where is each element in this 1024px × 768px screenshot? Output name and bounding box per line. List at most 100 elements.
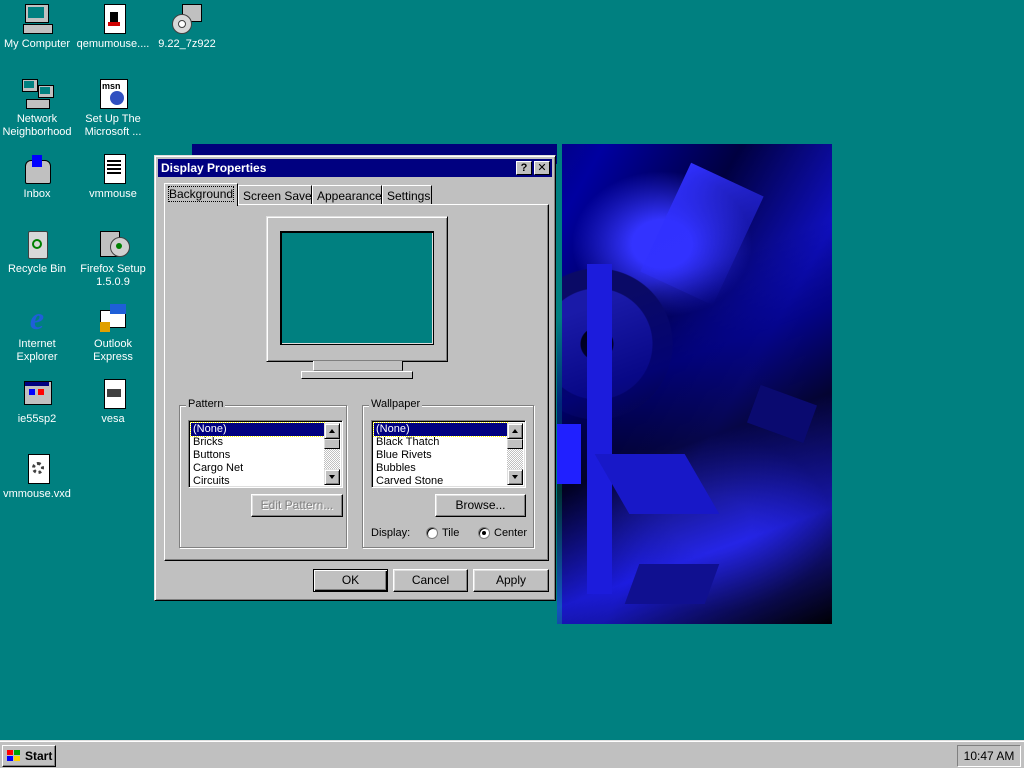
- desktop-icon-network-neighborhood[interactable]: Network Neighborhood: [0, 77, 77, 139]
- msn-icon: msn: [96, 77, 130, 111]
- radio-selected-dot: [482, 531, 486, 535]
- wallpaper-list-item[interactable]: (None): [373, 422, 508, 437]
- monitor-preview: [266, 216, 448, 362]
- desktop-icon-my-computer[interactable]: My Computer: [0, 2, 77, 51]
- desktop-icon-7zip[interactable]: 9.22_7z922: [147, 2, 227, 51]
- desktop-icon-label: vmmouse.vxd: [3, 488, 71, 500]
- text-file-icon: [96, 152, 130, 186]
- tab-background[interactable]: Background: [164, 183, 238, 206]
- wallpaper-list-item[interactable]: Black Thatch: [374, 436, 507, 449]
- desktop-icon-vesa[interactable]: vesa: [73, 377, 153, 426]
- monitor-base: [301, 371, 413, 379]
- wallpaper-legend: Wallpaper: [369, 398, 423, 410]
- tile-radio[interactable]: [426, 527, 438, 539]
- pattern-list-item[interactable]: Circuits: [191, 475, 324, 488]
- scroll-up-button[interactable]: [507, 423, 523, 439]
- network-icon: [20, 77, 54, 111]
- internet-explorer-icon: e: [29, 300, 45, 336]
- arrow-up-icon: [512, 429, 518, 433]
- desktop-icon-vmmouse-vxd[interactable]: vmmouse.vxd: [0, 452, 77, 501]
- tab-label: Settings: [387, 189, 431, 203]
- windows-logo-icon: [7, 750, 20, 761]
- edit-pattern-button[interactable]: Edit Pattern...: [251, 494, 343, 517]
- desktop-icon-qemumouse[interactable]: qemumouse....: [73, 2, 153, 51]
- help-button[interactable]: ?: [516, 161, 532, 175]
- title-bar[interactable]: Display Properties ? ✕: [158, 159, 552, 177]
- desktop-icon-firefox-setup[interactable]: Firefox Setup 1.5.0.9: [73, 227, 153, 289]
- pattern-list-item[interactable]: Buttons: [191, 449, 324, 462]
- tab-screen-saver[interactable]: Screen Saver: [238, 185, 316, 205]
- desktop-icon-label: qemumouse....: [76, 38, 150, 50]
- scroll-down-button[interactable]: [324, 469, 340, 485]
- arrow-down-icon: [512, 475, 518, 479]
- arrow-down-icon: [329, 475, 335, 479]
- desktop-icon-label: Recycle Bin: [7, 263, 67, 275]
- desktop-icon-label: Outlook Express: [93, 338, 133, 363]
- desktop-icon-label: ie55sp2: [17, 413, 57, 425]
- pattern-list-item[interactable]: (None): [190, 422, 325, 437]
- desktop-icon-label: Set Up The Microsoft ...: [84, 113, 142, 138]
- pattern-group: Pattern (None) Bricks Buttons Cargo Net …: [179, 398, 347, 548]
- desktop-icon-outlook-express[interactable]: Outlook Express: [73, 302, 153, 364]
- close-button[interactable]: ✕: [534, 161, 550, 175]
- wallpaper-list-item[interactable]: Bubbles: [374, 462, 507, 475]
- desktop-icon-label: Internet Explorer: [16, 338, 58, 363]
- desktop-icon-label: 9.22_7z922: [158, 38, 216, 50]
- desktop-icon-recycle-bin[interactable]: Recycle Bin: [0, 227, 77, 276]
- tile-label[interactable]: Tile: [442, 527, 459, 539]
- taskbar: Start 10:47 AM: [0, 740, 1024, 768]
- desktop-icon-inbox[interactable]: Inbox: [0, 152, 77, 201]
- wallpaper-list-item[interactable]: Blue Rivets: [374, 449, 507, 462]
- scroll-down-button[interactable]: [507, 469, 523, 485]
- ok-button[interactable]: OK: [313, 569, 388, 592]
- background-tab-panel: Pattern (None) Bricks Buttons Cargo Net …: [164, 204, 549, 561]
- scroll-up-button[interactable]: [324, 423, 340, 439]
- tab-settings[interactable]: Settings: [382, 185, 432, 205]
- program-icon: [20, 377, 54, 411]
- desktop-icon-label: vmmouse: [89, 188, 137, 200]
- monitor-preview-screen: [280, 231, 434, 345]
- help-icon: ?: [520, 162, 528, 174]
- monitor-stand: [313, 361, 403, 371]
- desktop-icon-label: vesa: [101, 413, 125, 425]
- pattern-list-item[interactable]: Bricks: [191, 436, 324, 449]
- system-tray-clock[interactable]: 10:47 AM: [957, 745, 1021, 767]
- my-computer-icon: [20, 2, 54, 36]
- scroll-thumb[interactable]: [507, 439, 523, 449]
- wallpaper-group: Wallpaper (None) Black Thatch Blue Rivet…: [362, 398, 534, 548]
- desktop-icon-label: Firefox Setup 1.5.0.9: [80, 263, 146, 288]
- wallpaper-list[interactable]: (None) Black Thatch Blue Rivets Bubbles …: [371, 420, 526, 488]
- desktop-icon-ie55sp2[interactable]: ie55sp2: [0, 377, 77, 426]
- desktop-icon-vmmouse[interactable]: vmmouse: [73, 152, 153, 201]
- system-file-icon: [20, 452, 54, 486]
- document-icon: [96, 2, 130, 36]
- tab-appearance[interactable]: Appearance: [312, 185, 382, 205]
- browse-button[interactable]: Browse...: [435, 494, 526, 517]
- desktop-icon-internet-explorer[interactable]: e Internet Explorer: [0, 302, 77, 364]
- apply-button[interactable]: Apply: [473, 569, 549, 592]
- pattern-list[interactable]: (None) Bricks Buttons Cargo Net Circuits: [188, 420, 343, 488]
- display-label: Display:: [371, 527, 411, 539]
- pattern-scrollbar[interactable]: [324, 423, 340, 485]
- tab-label: Background: [167, 186, 235, 202]
- wallpaper-list-item[interactable]: Carved Stone: [374, 475, 507, 488]
- scroll-thumb[interactable]: [324, 439, 340, 449]
- inbox-icon: [20, 152, 54, 186]
- desktop-icon-label: Inbox: [23, 188, 51, 200]
- recycle-bin-icon: [20, 227, 54, 261]
- desktop-icon-label: My Computer: [3, 38, 71, 50]
- setup-icon: [96, 227, 130, 261]
- start-button[interactable]: Start: [2, 745, 56, 767]
- pattern-list-item[interactable]: Cargo Net: [191, 462, 324, 475]
- desktop-icon-set-up-msn[interactable]: msn Set Up The Microsoft ...: [73, 77, 153, 139]
- tab-label: Screen Saver: [243, 189, 316, 203]
- display-properties-dialog: Display Properties ? ✕ Background Screen…: [154, 155, 556, 601]
- dialog-title: Display Properties: [161, 161, 267, 175]
- installer-icon: [170, 2, 204, 36]
- desktop-icon-label: Network Neighborhood: [2, 113, 72, 138]
- center-radio[interactable]: [478, 527, 490, 539]
- cancel-button[interactable]: Cancel: [393, 569, 468, 592]
- center-label[interactable]: Center: [494, 527, 527, 539]
- arrow-up-icon: [329, 429, 335, 433]
- wallpaper-scrollbar[interactable]: [507, 423, 523, 485]
